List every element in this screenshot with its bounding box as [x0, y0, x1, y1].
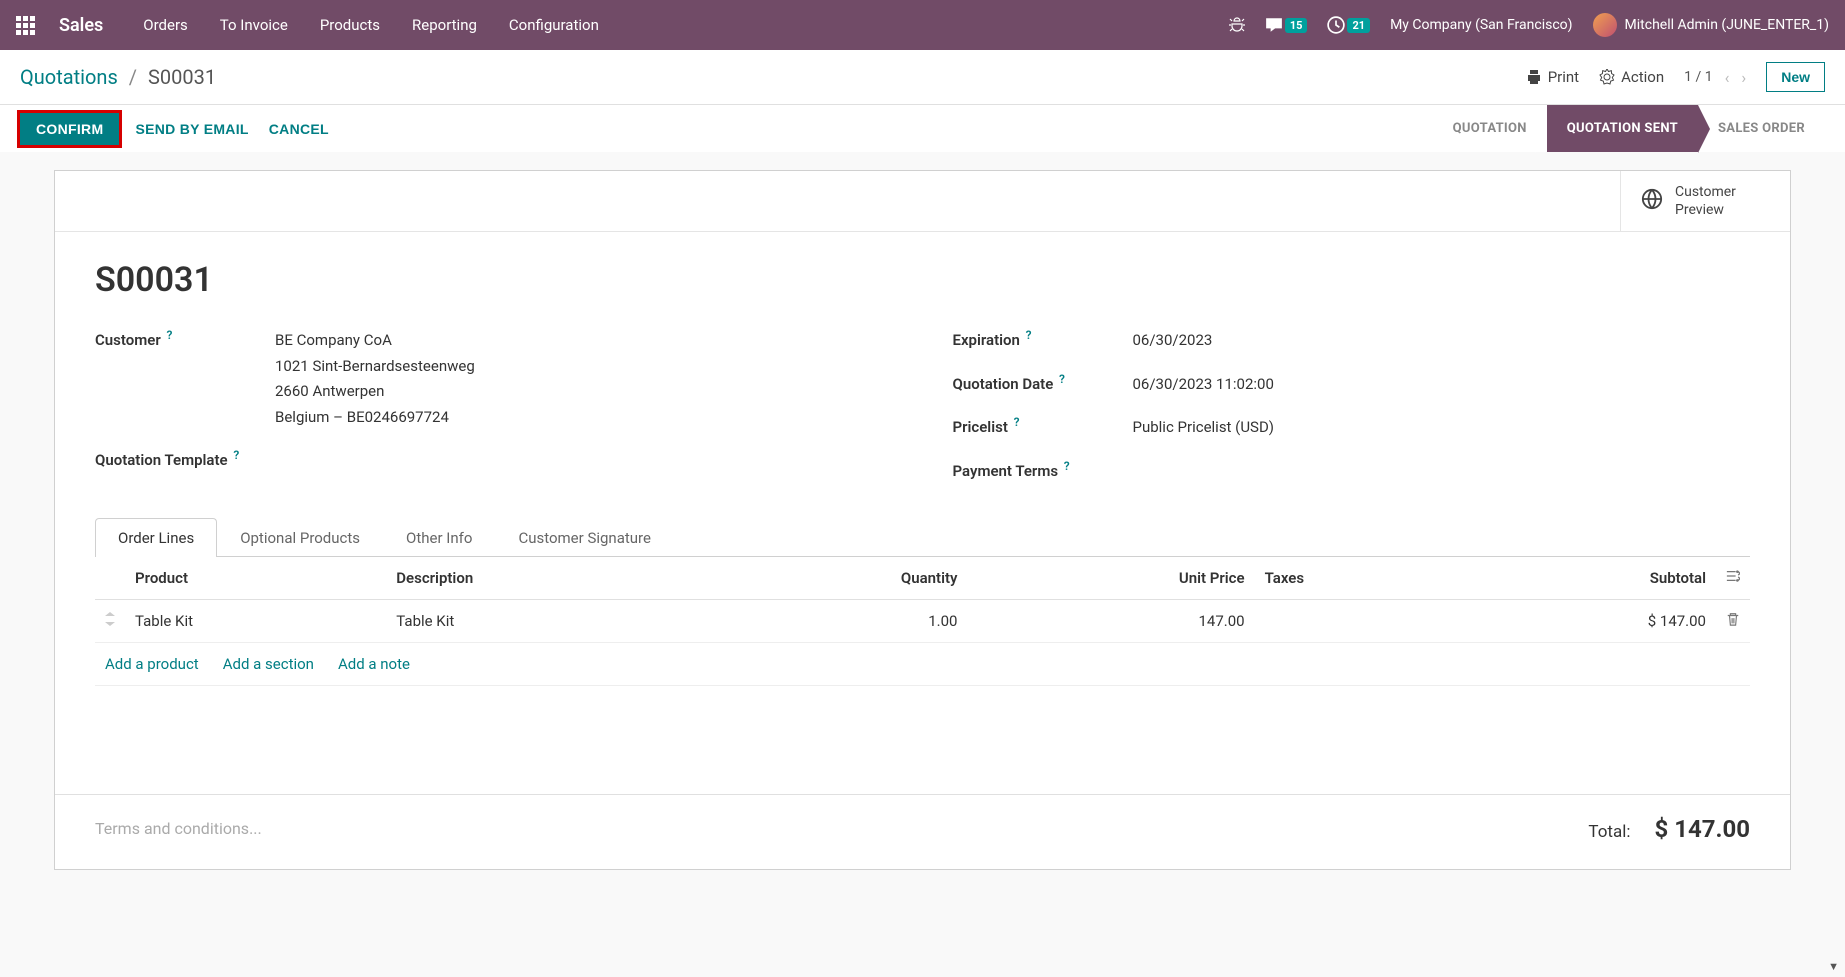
apps-icon[interactable] — [16, 16, 35, 35]
top-navbar: Sales Orders To Invoice Products Reporti… — [0, 0, 1845, 50]
customer-preview-button[interactable]: Customer Preview — [1620, 171, 1790, 231]
cell-description[interactable]: Table Kit — [386, 599, 711, 642]
messages-icon[interactable]: 15 — [1265, 16, 1308, 34]
avatar — [1593, 13, 1617, 37]
scroll-down-icon[interactable]: ▼ — [1828, 960, 1839, 973]
pager: 1 / 1 ‹ › — [1684, 68, 1746, 87]
cell-product[interactable]: Table Kit — [125, 599, 386, 642]
form-sheet: Customer Preview S00031 Customer ? BE Co… — [54, 170, 1791, 870]
status-quotation-sent[interactable]: QUOTATION SENT — [1547, 105, 1698, 152]
cancel-button[interactable]: CANCEL — [265, 113, 333, 145]
nav-to-invoice[interactable]: To Invoice — [220, 16, 288, 34]
nav-menu: Orders To Invoice Products Reporting Con… — [143, 16, 599, 34]
messages-badge: 15 — [1285, 18, 1308, 33]
terms-input[interactable]: Terms and conditions... — [95, 819, 262, 838]
new-button[interactable]: New — [1766, 62, 1825, 92]
quotation-date-value[interactable]: 06/30/2023 11:02:00 — [1133, 372, 1274, 398]
pager-value[interactable]: 1 / 1 — [1684, 69, 1712, 85]
columns-settings-icon[interactable] — [1726, 569, 1740, 587]
status-quotation[interactable]: QUOTATION — [1433, 105, 1547, 152]
customer-label: Customer ? — [95, 328, 275, 349]
add-note-link[interactable]: Add a note — [338, 655, 410, 673]
add-product-link[interactable]: Add a product — [105, 655, 199, 673]
table-row[interactable]: Table Kit Table Kit 1.00 147.00 $ 147.00 — [95, 599, 1750, 642]
confirm-button[interactable]: CONFIRM — [20, 113, 119, 145]
expiration-value[interactable]: 06/30/2023 — [1133, 328, 1213, 354]
breadcrumb-root[interactable]: Quotations — [20, 65, 118, 89]
user-menu[interactable]: Mitchell Admin (JUNE_ENTER_1) — [1593, 13, 1829, 37]
col-taxes: Taxes — [1255, 557, 1454, 600]
cell-quantity[interactable]: 1.00 — [711, 599, 968, 642]
total-value: $ 147.00 — [1654, 815, 1750, 843]
drag-handle-icon[interactable] — [95, 599, 125, 642]
tabs: Order Lines Optional Products Other Info… — [95, 518, 1750, 557]
pager-next-icon[interactable]: › — [1741, 68, 1746, 87]
col-product: Product — [125, 557, 386, 600]
col-unit-price: Unit Price — [967, 557, 1254, 600]
activities-badge: 21 — [1347, 18, 1370, 33]
status-sales-order[interactable]: SALES ORDER — [1698, 105, 1825, 152]
company-selector[interactable]: My Company (San Francisco) — [1390, 17, 1572, 33]
user-name: Mitchell Admin (JUNE_ENTER_1) — [1625, 17, 1829, 33]
breadcrumb: Quotations / S00031 — [20, 65, 216, 89]
cell-unit-price[interactable]: 147.00 — [967, 599, 1254, 642]
col-subtotal: Subtotal — [1454, 557, 1716, 600]
nav-products[interactable]: Products — [320, 16, 380, 34]
tab-order-lines[interactable]: Order Lines — [95, 518, 217, 557]
form-footer: Terms and conditions... Total: $ 147.00 — [55, 794, 1790, 863]
record-title: S00031 — [95, 260, 1750, 300]
tab-customer-signature[interactable]: Customer Signature — [495, 518, 674, 557]
expiration-label: Expiration ? — [953, 328, 1133, 349]
trash-icon[interactable] — [1726, 612, 1740, 630]
tab-other-info[interactable]: Other Info — [383, 518, 495, 557]
pricelist-value[interactable]: Public Pricelist (USD) — [1133, 415, 1275, 441]
payment-terms-label: Payment Terms ? — [953, 459, 1133, 480]
print-button[interactable]: Print — [1526, 68, 1579, 86]
quotation-template-label: Quotation Template ? — [95, 448, 275, 469]
action-button[interactable]: Action — [1599, 68, 1664, 86]
status-bar: QUOTATION QUOTATION SENT SALES ORDER — [1433, 105, 1825, 152]
nav-reporting[interactable]: Reporting — [412, 16, 477, 34]
tab-optional-products[interactable]: Optional Products — [217, 518, 383, 557]
pricelist-label: Pricelist ? — [953, 415, 1133, 436]
activities-icon[interactable]: 21 — [1327, 16, 1370, 34]
nav-orders[interactable]: Orders — [143, 16, 188, 34]
cell-taxes[interactable] — [1255, 599, 1454, 642]
pager-prev-icon[interactable]: ‹ — [1725, 68, 1730, 87]
add-section-link[interactable]: Add a section — [223, 655, 314, 673]
cell-subtotal: $ 147.00 — [1454, 599, 1716, 642]
send-by-email-button[interactable]: SEND BY EMAIL — [131, 113, 252, 145]
order-lines-table: Product Description Quantity Unit Price … — [95, 557, 1750, 643]
quotation-date-label: Quotation Date ? — [953, 372, 1133, 393]
bug-icon[interactable] — [1229, 17, 1245, 33]
action-bar: CONFIRM SEND BY EMAIL CANCEL QUOTATION Q… — [0, 104, 1845, 152]
globe-icon — [1641, 188, 1663, 215]
breadcrumb-bar: Quotations / S00031 Print Action 1 / 1 ‹… — [0, 50, 1845, 104]
customer-value[interactable]: BE Company CoA 1021 Sint-Bernardsesteenw… — [275, 328, 475, 430]
col-quantity: Quantity — [711, 557, 968, 600]
nav-configuration[interactable]: Configuration — [509, 16, 599, 34]
col-description: Description — [386, 557, 711, 600]
add-links-row: Add a product Add a section Add a note — [95, 643, 1750, 686]
breadcrumb-current: S00031 — [148, 65, 216, 89]
button-box: Customer Preview — [55, 171, 1790, 232]
total-label: Total: — [1588, 822, 1630, 842]
app-name[interactable]: Sales — [59, 15, 103, 36]
